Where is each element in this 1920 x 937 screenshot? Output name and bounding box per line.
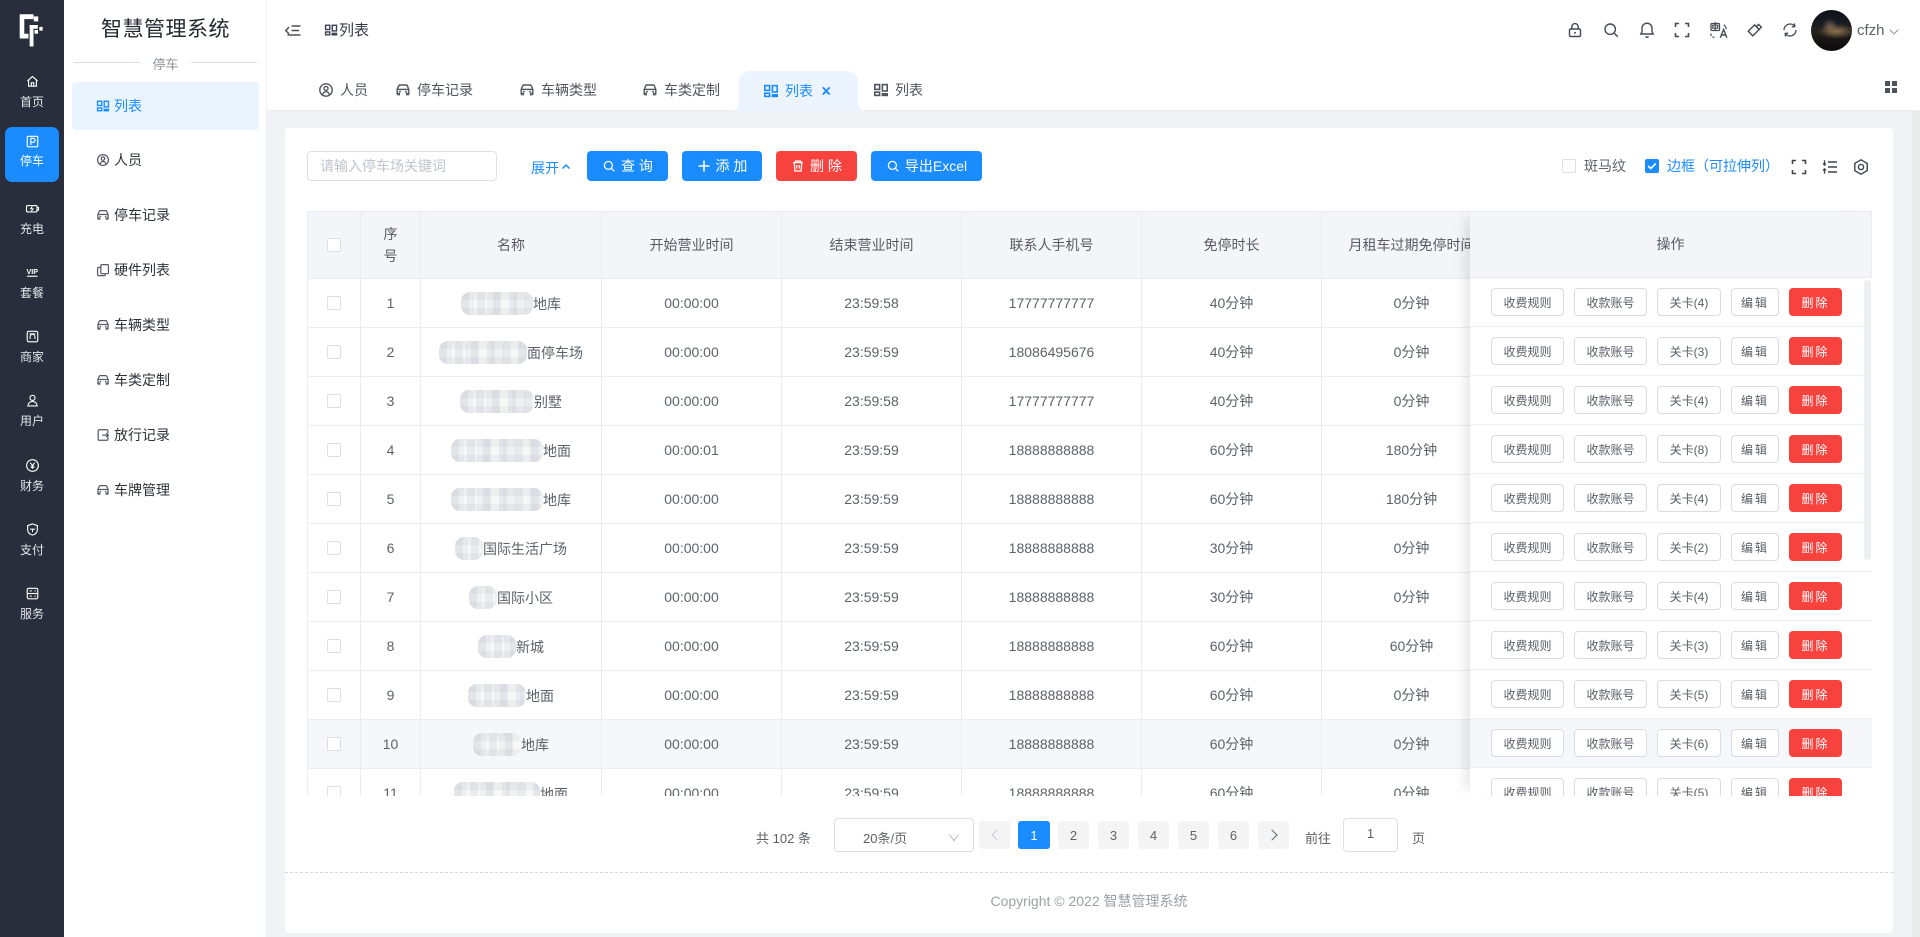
svg-text:VIP: VIP bbox=[26, 268, 38, 276]
